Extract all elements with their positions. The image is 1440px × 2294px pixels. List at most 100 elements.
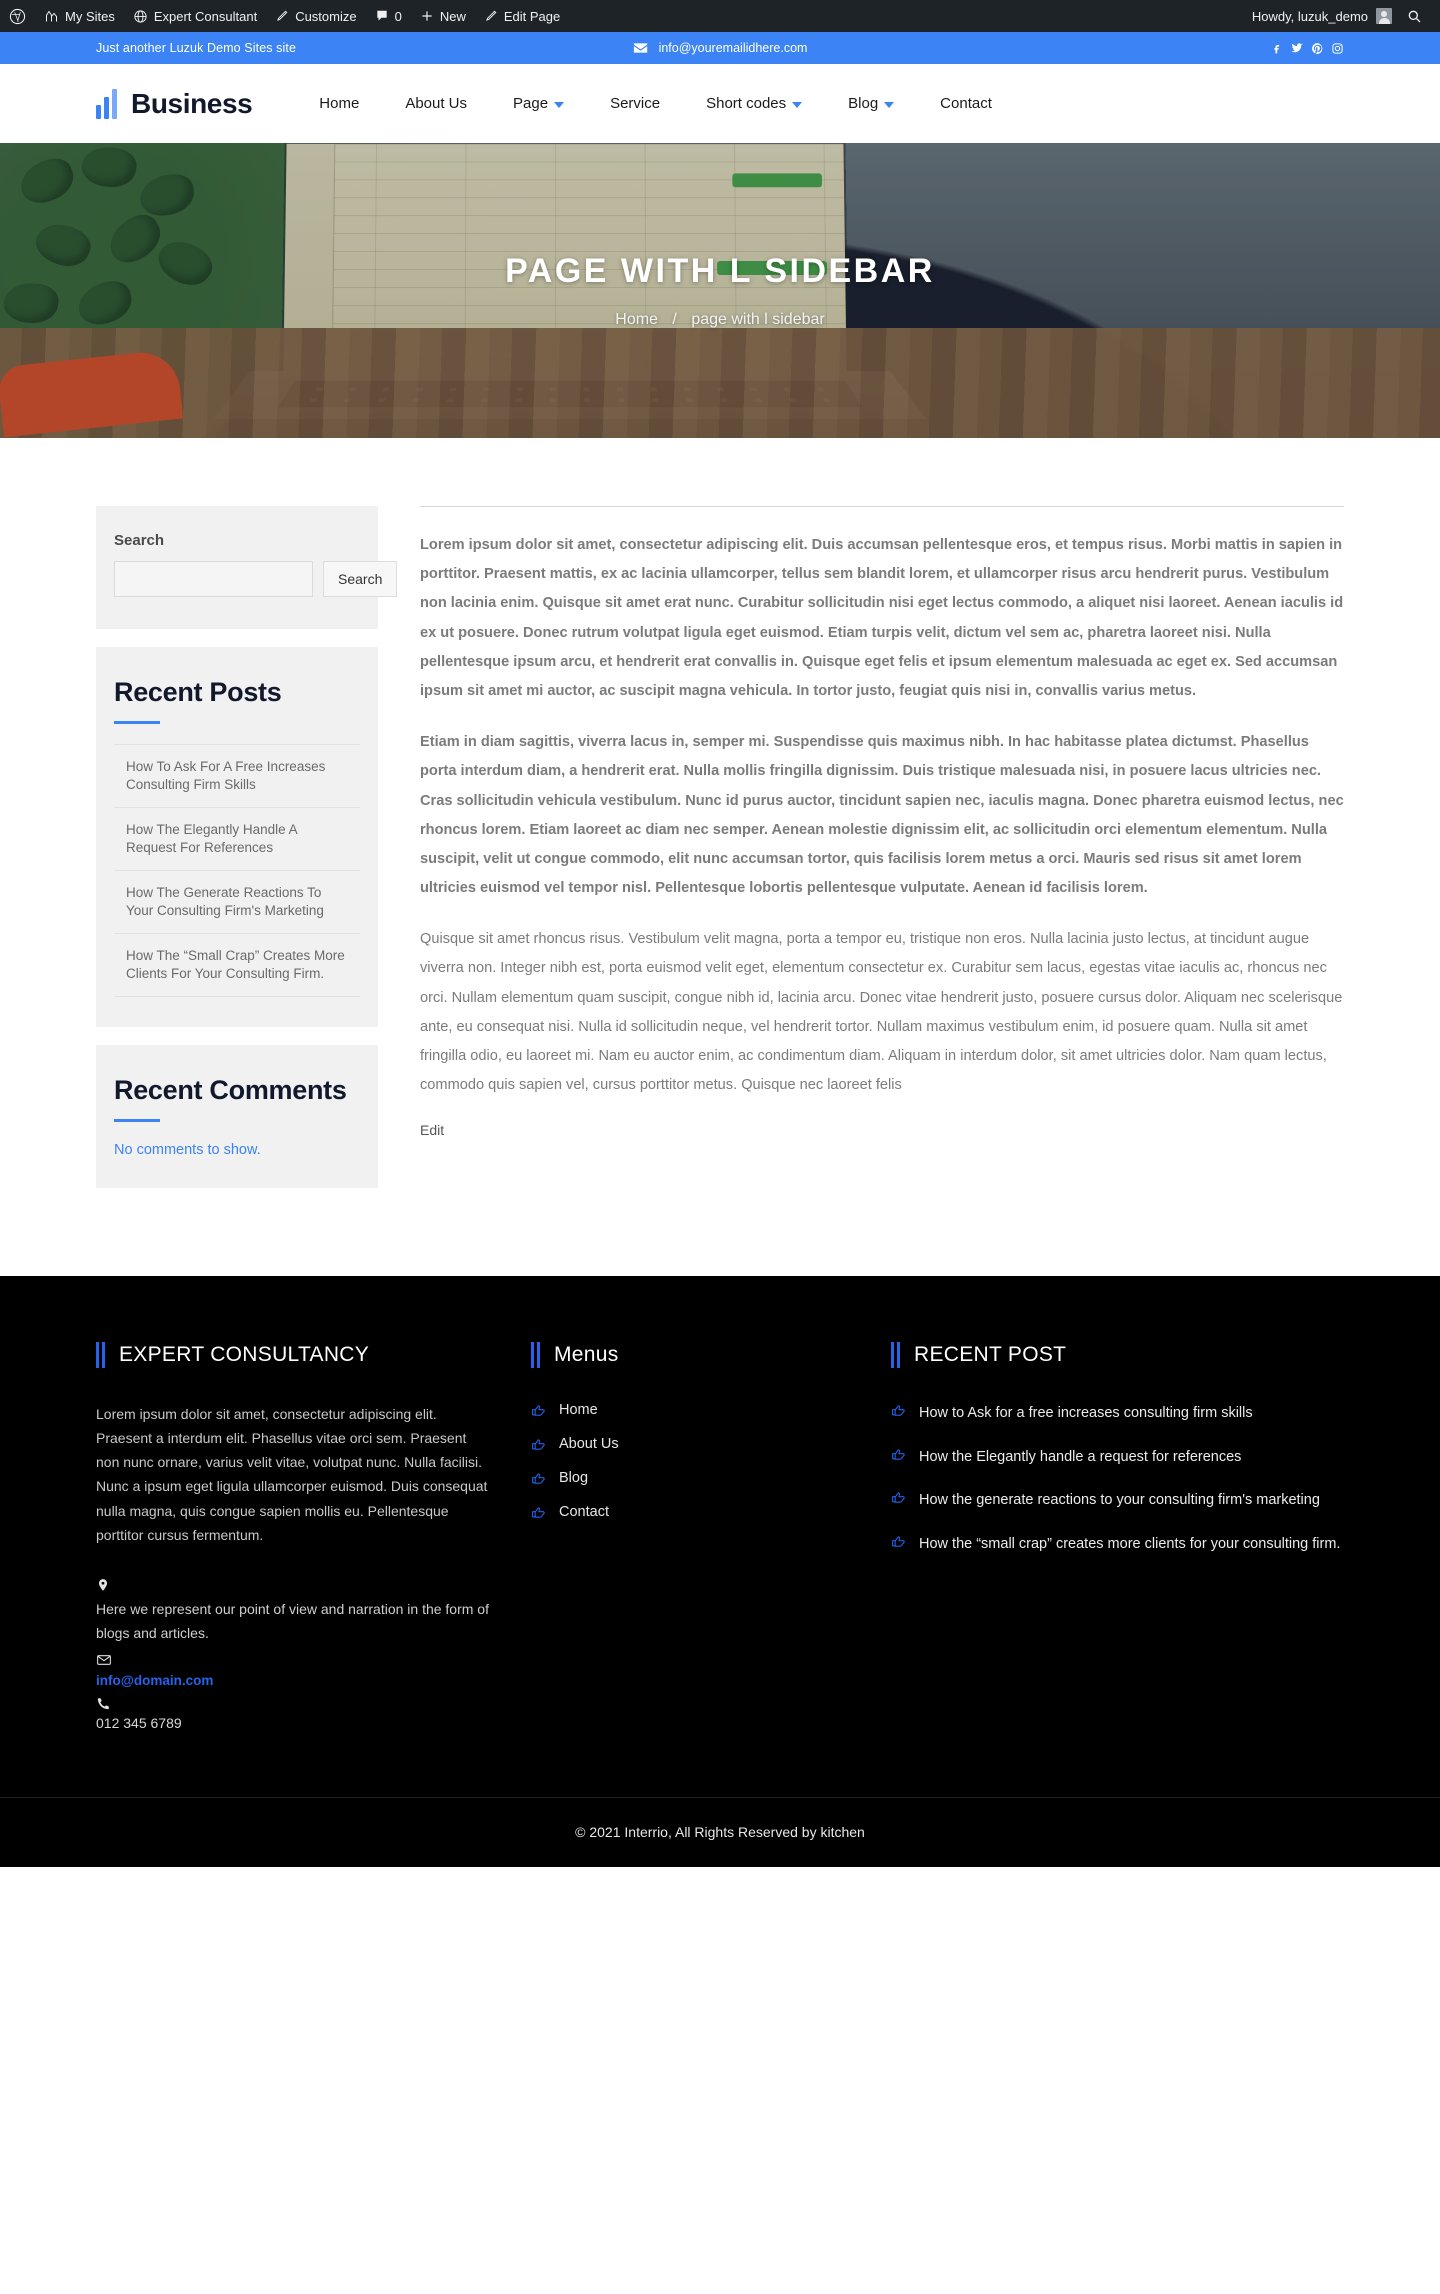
breadcrumb-home[interactable]: Home [615,311,658,328]
copyright-text: © 2021 Interrio, All Rights Reserved by … [575,1824,865,1841]
nav-item-home[interactable]: Home [296,95,382,112]
wordpress-logo-menu[interactable] [0,0,35,32]
search-button[interactable]: Search [323,561,398,597]
footer-menu-blog-label: Blog [559,1470,589,1487]
footer-menu-list: Home About Us Blog Contact [531,1402,851,1520]
content-paragraph-2: Etiam in diam sagittis, viverra lacus in… [420,734,1344,897]
page-hero-banner: PAGE WITH L SIDEBAR Home / page with l s… [0,143,1440,438]
top-info-bar: Just another Luzuk Demo Sites site info@… [0,32,1440,64]
no-comments-message: No comments to show. [114,1142,261,1159]
social-links [1270,41,1344,55]
customize-pencil-icon [275,9,289,23]
footer-menu-blog[interactable]: Blog [531,1470,851,1486]
content-paragraph-3: Quisque sit amet rhoncus risus. Vestibul… [420,931,1343,1094]
top-info-bar-inner: Just another Luzuk Demo Sites site info@… [0,41,1440,55]
twitter-icon[interactable] [1290,41,1304,55]
pointing-hand-icon [531,1506,547,1520]
nav-item-blog[interactable]: Blog [825,95,917,112]
list-item: How The “Small Crap” Creates More Client… [114,934,360,997]
admin-bar-my-sites[interactable]: My Sites [35,0,124,32]
nav-item-about-us[interactable]: About Us [382,95,490,112]
admin-bar-search-button[interactable] [1400,8,1432,24]
admin-bar-customize[interactable]: Customize [266,0,365,32]
nav-item-blog-label: Blog [848,95,879,112]
footer-recent-post-label-3: How the generate reactions to your consu… [919,1492,1320,1509]
admin-bar-right-group: Howdy, luzuk_demo [1244,8,1432,24]
footer-about-title: EXPERT CONSULTANCY [119,1343,370,1367]
footer-menu-about-us[interactable]: About Us [531,1436,851,1452]
nav-item-about-us-label: About Us [405,95,468,112]
footer-about-heading: EXPERT CONSULTANCY [96,1342,491,1369]
footer-recent-post-link-1[interactable]: How to Ask for a free increases consulti… [891,1402,1344,1424]
pointing-hand-icon [531,1404,547,1418]
search-widget-label: Search [114,532,165,549]
list-item: How The Generate Reactions To Your Consu… [114,871,360,935]
chevron-down-icon [884,101,895,108]
nav-item-contact[interactable]: Contact [917,95,1015,112]
recent-posts-widget: Recent Posts How To Ask For A Free Incre… [96,647,378,1027]
breadcrumb-current: page with l sidebar [691,311,825,328]
topbar-email[interactable]: info@youremailidhere.com [633,40,808,56]
main-content: Lorem ipsum dolor sit amet, consectetur … [404,506,1344,1140]
footer-recent-post-link-2[interactable]: How the Elegantly handle a request for r… [891,1446,1344,1468]
list-item: How To Ask For A Free Increases Consulti… [114,745,360,809]
footer-address-text: Here we represent our point of view and … [96,1600,489,1642]
phone-icon [96,1696,491,1711]
site-logo[interactable]: Business [96,88,253,120]
footer-menus-title: Menus [554,1343,619,1367]
footer-recent-post-link-4[interactable]: How the “small crap” creates more client… [891,1533,1344,1555]
recent-post-link-4[interactable]: How The “Small Crap” Creates More Client… [114,934,360,996]
edit-page-link[interactable]: Edit [420,1122,444,1138]
admin-bar-comments[interactable]: 0 [366,0,411,32]
recent-posts-title: Recent Posts [114,677,282,707]
header-inner: Business Home About Us Page Service Shor… [0,88,1440,120]
primary-navigation: Home About Us Page Service Short codes B… [296,95,1015,112]
footer-recent-post-list: How to Ask for a free increases consulti… [891,1402,1344,1555]
nav-item-page[interactable]: Page [490,95,587,112]
admin-bar-site-name[interactable]: Expert Consultant [124,0,266,32]
recent-post-link-3[interactable]: How The Generate Reactions To Your Consu… [114,871,360,933]
nav-item-contact-label: Contact [940,95,992,112]
admin-bar-new-label: New [439,8,466,24]
envelope-icon [633,40,649,56]
nav-item-short-codes[interactable]: Short codes [683,95,825,112]
recent-post-link-1[interactable]: How To Ask For A Free Increases Consulti… [114,745,360,807]
double-bar-icon [96,1342,105,1369]
footer-email-link[interactable]: info@domain.com [96,1673,213,1688]
footer-recent-post-link-3[interactable]: How the generate reactions to your consu… [891,1489,1344,1511]
footer-phone-block: 012 345 6789 [96,1696,491,1731]
admin-bar-my-account[interactable]: Howdy, luzuk_demo [1244,8,1400,24]
double-bar-icon [891,1342,900,1369]
edit-pencil-icon [484,9,498,23]
site-footer: EXPERT CONSULTANCY Lorem ipsum dolor sit… [0,1276,1440,1867]
footer-recent-post-title: RECENT POST [914,1343,1067,1367]
list-item: How the Elegantly handle a request for r… [891,1446,1344,1468]
recent-comments-widget: Recent Comments No comments to show. [96,1044,378,1189]
footer-phone-text: 012 345 6789 [96,1714,182,1731]
admin-bar-site-name-label: Expert Consultant [153,8,258,24]
admin-bar-edit-page[interactable]: Edit Page [475,0,569,32]
search-icon [1406,8,1422,24]
footer-columns: EXPERT CONSULTANCY Lorem ipsum dolor sit… [0,1342,1440,1736]
topbar-email-text: info@youremailidhere.com [658,41,808,55]
recent-post-link-2[interactable]: How The Elegantly Handle A Request For R… [114,808,360,870]
footer-menu-contact[interactable]: Contact [531,1504,851,1520]
footer-recent-post-label-4: How the “small crap” creates more client… [919,1535,1341,1552]
nav-item-page-label: Page [513,95,549,112]
admin-bar-new[interactable]: New [411,0,475,32]
instagram-icon[interactable] [1331,42,1344,55]
pointing-hand-icon [531,1472,547,1486]
footer-recent-post-column: RECENT POST How to Ask for a free increa… [891,1342,1344,1576]
footer-menu-home[interactable]: Home [531,1402,851,1418]
nav-item-short-codes-label: Short codes [706,95,787,112]
facebook-icon[interactable] [1270,42,1283,55]
recent-comments-title: Recent Comments [114,1074,347,1105]
pinterest-icon[interactable] [1311,42,1324,55]
list-item: How The Elegantly Handle A Request For R… [114,808,360,872]
my-sites-icon [44,9,59,24]
site-tagline: Just another Luzuk Demo Sites site [96,41,297,55]
wordpress-icon [9,8,26,25]
admin-bar-customize-label: Customize [295,8,357,24]
search-input[interactable] [114,561,313,597]
nav-item-service[interactable]: Service [587,95,683,112]
